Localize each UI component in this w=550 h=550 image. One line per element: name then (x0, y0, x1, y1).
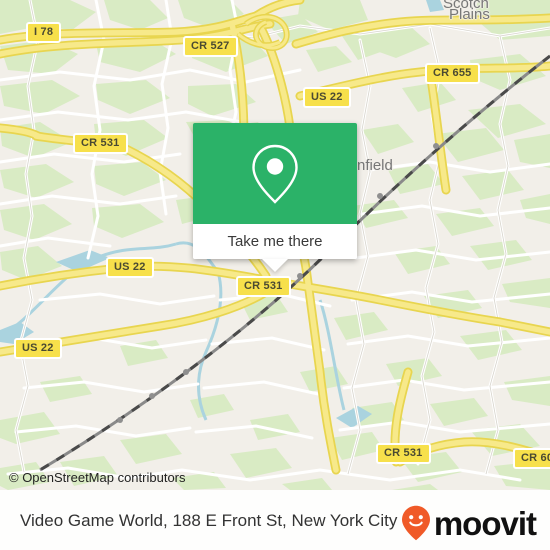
road-shield: CR 531 (236, 276, 291, 297)
place-title: Video Game World, 188 E Front St, New Yo… (20, 511, 398, 530)
osm-attribution[interactable]: © OpenStreetMap contributors (9, 470, 186, 486)
road-shield: CR 531 (73, 133, 128, 154)
place-label-plains: Plains (449, 6, 490, 23)
map-pin-icon (252, 144, 298, 204)
moovit-smiley-pin-icon (401, 505, 430, 541)
moovit-wordmark: moovit (433, 504, 537, 542)
road-shield: CR 531 (376, 443, 431, 464)
popup-tail-pointer (262, 259, 288, 272)
footer-bar: Video Game World, 188 E Front St, New Yo… (0, 490, 550, 550)
road-shield: US 22 (106, 257, 154, 278)
road-shield: CR 527 (183, 36, 238, 57)
road-shield: CR 655 (425, 63, 480, 84)
road-shield: US 22 (303, 87, 351, 108)
road-shield: CR 602 (513, 448, 550, 469)
road-shield: US 22 (14, 338, 62, 359)
popup-header (193, 123, 357, 224)
popup-footer[interactable]: Take me there (193, 224, 357, 272)
road-shield: I 78 (26, 22, 62, 43)
map-canvas[interactable]: I 78 CR 527 CR 655 US 22 CR 531 US 22 CR… (0, 0, 550, 550)
moovit-brand-logo[interactable]: moovit (401, 504, 537, 542)
take-me-there-label: Take me there (227, 233, 323, 250)
moovit-map-screenshot: I 78 CR 527 CR 655 US 22 CR 531 US 22 CR… (0, 0, 550, 550)
location-popup-card[interactable]: Take me there (193, 123, 357, 272)
place-label-plainfield: nfield (357, 157, 393, 174)
